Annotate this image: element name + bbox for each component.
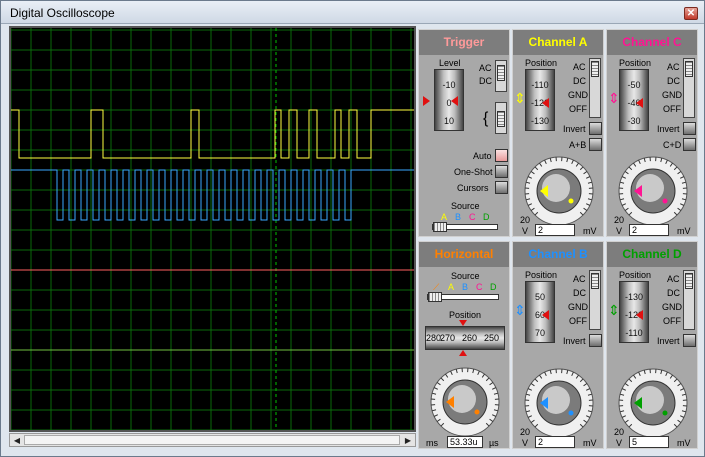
channel-b-title: Channel B xyxy=(513,242,603,267)
timebase-knob[interactable] xyxy=(421,358,509,437)
channel-c-position-drum[interactable]: -50 -40 -30 xyxy=(619,69,649,131)
trigger-title: Trigger xyxy=(419,30,509,55)
timebase-value-field[interactable]: 53.33u xyxy=(447,436,483,448)
channel-a-panel: Channel A Position -110 -120 -130 ⇕ AC D… xyxy=(512,29,604,237)
channel-c-title: Channel C xyxy=(607,30,697,55)
channel-d-panel: Channel D Position -130 -120 -110 ⇕ AC D… xyxy=(606,241,698,449)
level-right-marker-icon xyxy=(451,96,458,106)
channel-d-volts-knob[interactable] xyxy=(609,359,697,438)
oscilloscope-window: Digital Oscilloscope ✕ ◀ ▶ Trigger Level… xyxy=(0,0,705,457)
channel-c-marker-icon xyxy=(636,98,643,108)
channel-b-value-field[interactable]: 2 xyxy=(535,436,575,448)
channel-d-value-field[interactable]: 5 xyxy=(629,436,669,448)
channel-c-value-field[interactable]: 2 xyxy=(629,224,669,236)
scope-graph xyxy=(11,28,414,430)
trigger-source-label: Source xyxy=(451,201,480,211)
window-title: Digital Oscilloscope xyxy=(10,6,115,20)
horizontal-panel: Horizontal Source ⟋ A B C D Position 280… xyxy=(418,241,510,449)
horizontal-position-label: Position xyxy=(449,310,482,320)
channel-b-invert-button[interactable] xyxy=(589,334,602,347)
channel-d-updown-icon: ⇕ xyxy=(608,302,620,318)
channel-a-marker-icon xyxy=(542,98,549,108)
trigger-panel: Trigger Level -10 0 10 AC DC { Auto One-… xyxy=(418,29,510,237)
level-label: Level xyxy=(439,58,461,68)
scroll-right-icon[interactable]: ▶ xyxy=(402,435,414,446)
channel-a-value-field[interactable]: 2 xyxy=(535,224,575,236)
one-shot-button[interactable] xyxy=(495,165,508,178)
channel-d-marker-icon xyxy=(636,310,643,320)
knob-a-graphic xyxy=(524,156,594,226)
channel-a-volts-knob[interactable] xyxy=(515,147,603,226)
horizontal-source-label: Source xyxy=(451,271,480,281)
channel-a-title: Channel A xyxy=(513,30,603,55)
knob-c-graphic xyxy=(618,156,688,226)
channel-c-panel: Channel C Position -50 -40 -30 ⇕ AC DC G… xyxy=(606,29,698,237)
close-button[interactable]: ✕ xyxy=(684,7,698,20)
horizontal-scrollbar[interactable]: ◀ ▶ xyxy=(9,433,416,447)
channel-d-title: Channel D xyxy=(607,242,697,267)
channel-d-coupling-slider[interactable] xyxy=(683,270,695,330)
title-bar[interactable]: Digital Oscilloscope ✕ xyxy=(1,1,704,24)
edge-brace-icon: { xyxy=(483,110,489,127)
channel-c-updown-icon: ⇕ xyxy=(608,90,620,106)
trigger-coupling-slider[interactable] xyxy=(495,60,507,92)
knob-d-graphic xyxy=(618,368,688,438)
channel-d-position-label: Position xyxy=(619,270,652,280)
channel-b-position-label: Position xyxy=(525,270,558,280)
knob-h-graphic xyxy=(430,367,500,437)
channel-a-updown-icon: ⇕ xyxy=(514,90,526,106)
horizontal-source-slider[interactable] xyxy=(427,292,499,302)
scope-display xyxy=(9,26,416,432)
level-left-marker-icon xyxy=(423,96,430,106)
channel-c-volts-knob[interactable] xyxy=(609,147,697,226)
channel-a-coupling-slider[interactable] xyxy=(589,58,601,118)
channel-c-position-label: Position xyxy=(619,58,652,68)
channel-c-coupling-slider[interactable] xyxy=(683,58,695,118)
channel-a-invert-button[interactable] xyxy=(589,122,602,135)
horizontal-title: Horizontal xyxy=(419,242,509,267)
channel-d-position-drum[interactable]: -130 -120 -110 xyxy=(619,281,649,343)
scroll-thumb[interactable] xyxy=(24,435,400,445)
scroll-left-icon[interactable]: ◀ xyxy=(11,435,23,446)
channel-c-invert-button[interactable] xyxy=(683,122,696,135)
channel-a-position-label: Position xyxy=(525,58,558,68)
channel-b-volts-knob[interactable] xyxy=(515,359,603,438)
knob-b-graphic xyxy=(524,368,594,438)
channel-a-position-drum[interactable]: -110 -120 -130 xyxy=(525,69,555,131)
trigger-source-slider[interactable] xyxy=(432,222,498,232)
channel-b-updown-icon: ⇕ xyxy=(514,302,526,318)
trigger-edge-slider[interactable] xyxy=(495,102,507,134)
cursors-button[interactable] xyxy=(495,181,508,194)
position-bottom-marker-icon xyxy=(459,350,467,356)
auto-button[interactable] xyxy=(495,149,508,162)
horizontal-position-drum[interactable]: 280 270 260 250 xyxy=(425,326,505,350)
trigger-level-drum[interactable]: -10 0 10 xyxy=(434,69,464,131)
channel-d-invert-button[interactable] xyxy=(683,334,696,347)
channel-b-panel: Channel B Position 50 60 70 ⇕ AC DC GND … xyxy=(512,241,604,449)
channel-b-coupling-slider[interactable] xyxy=(589,270,601,330)
channel-b-position-drum[interactable]: 50 60 70 xyxy=(525,281,555,343)
channel-b-marker-icon xyxy=(542,310,549,320)
